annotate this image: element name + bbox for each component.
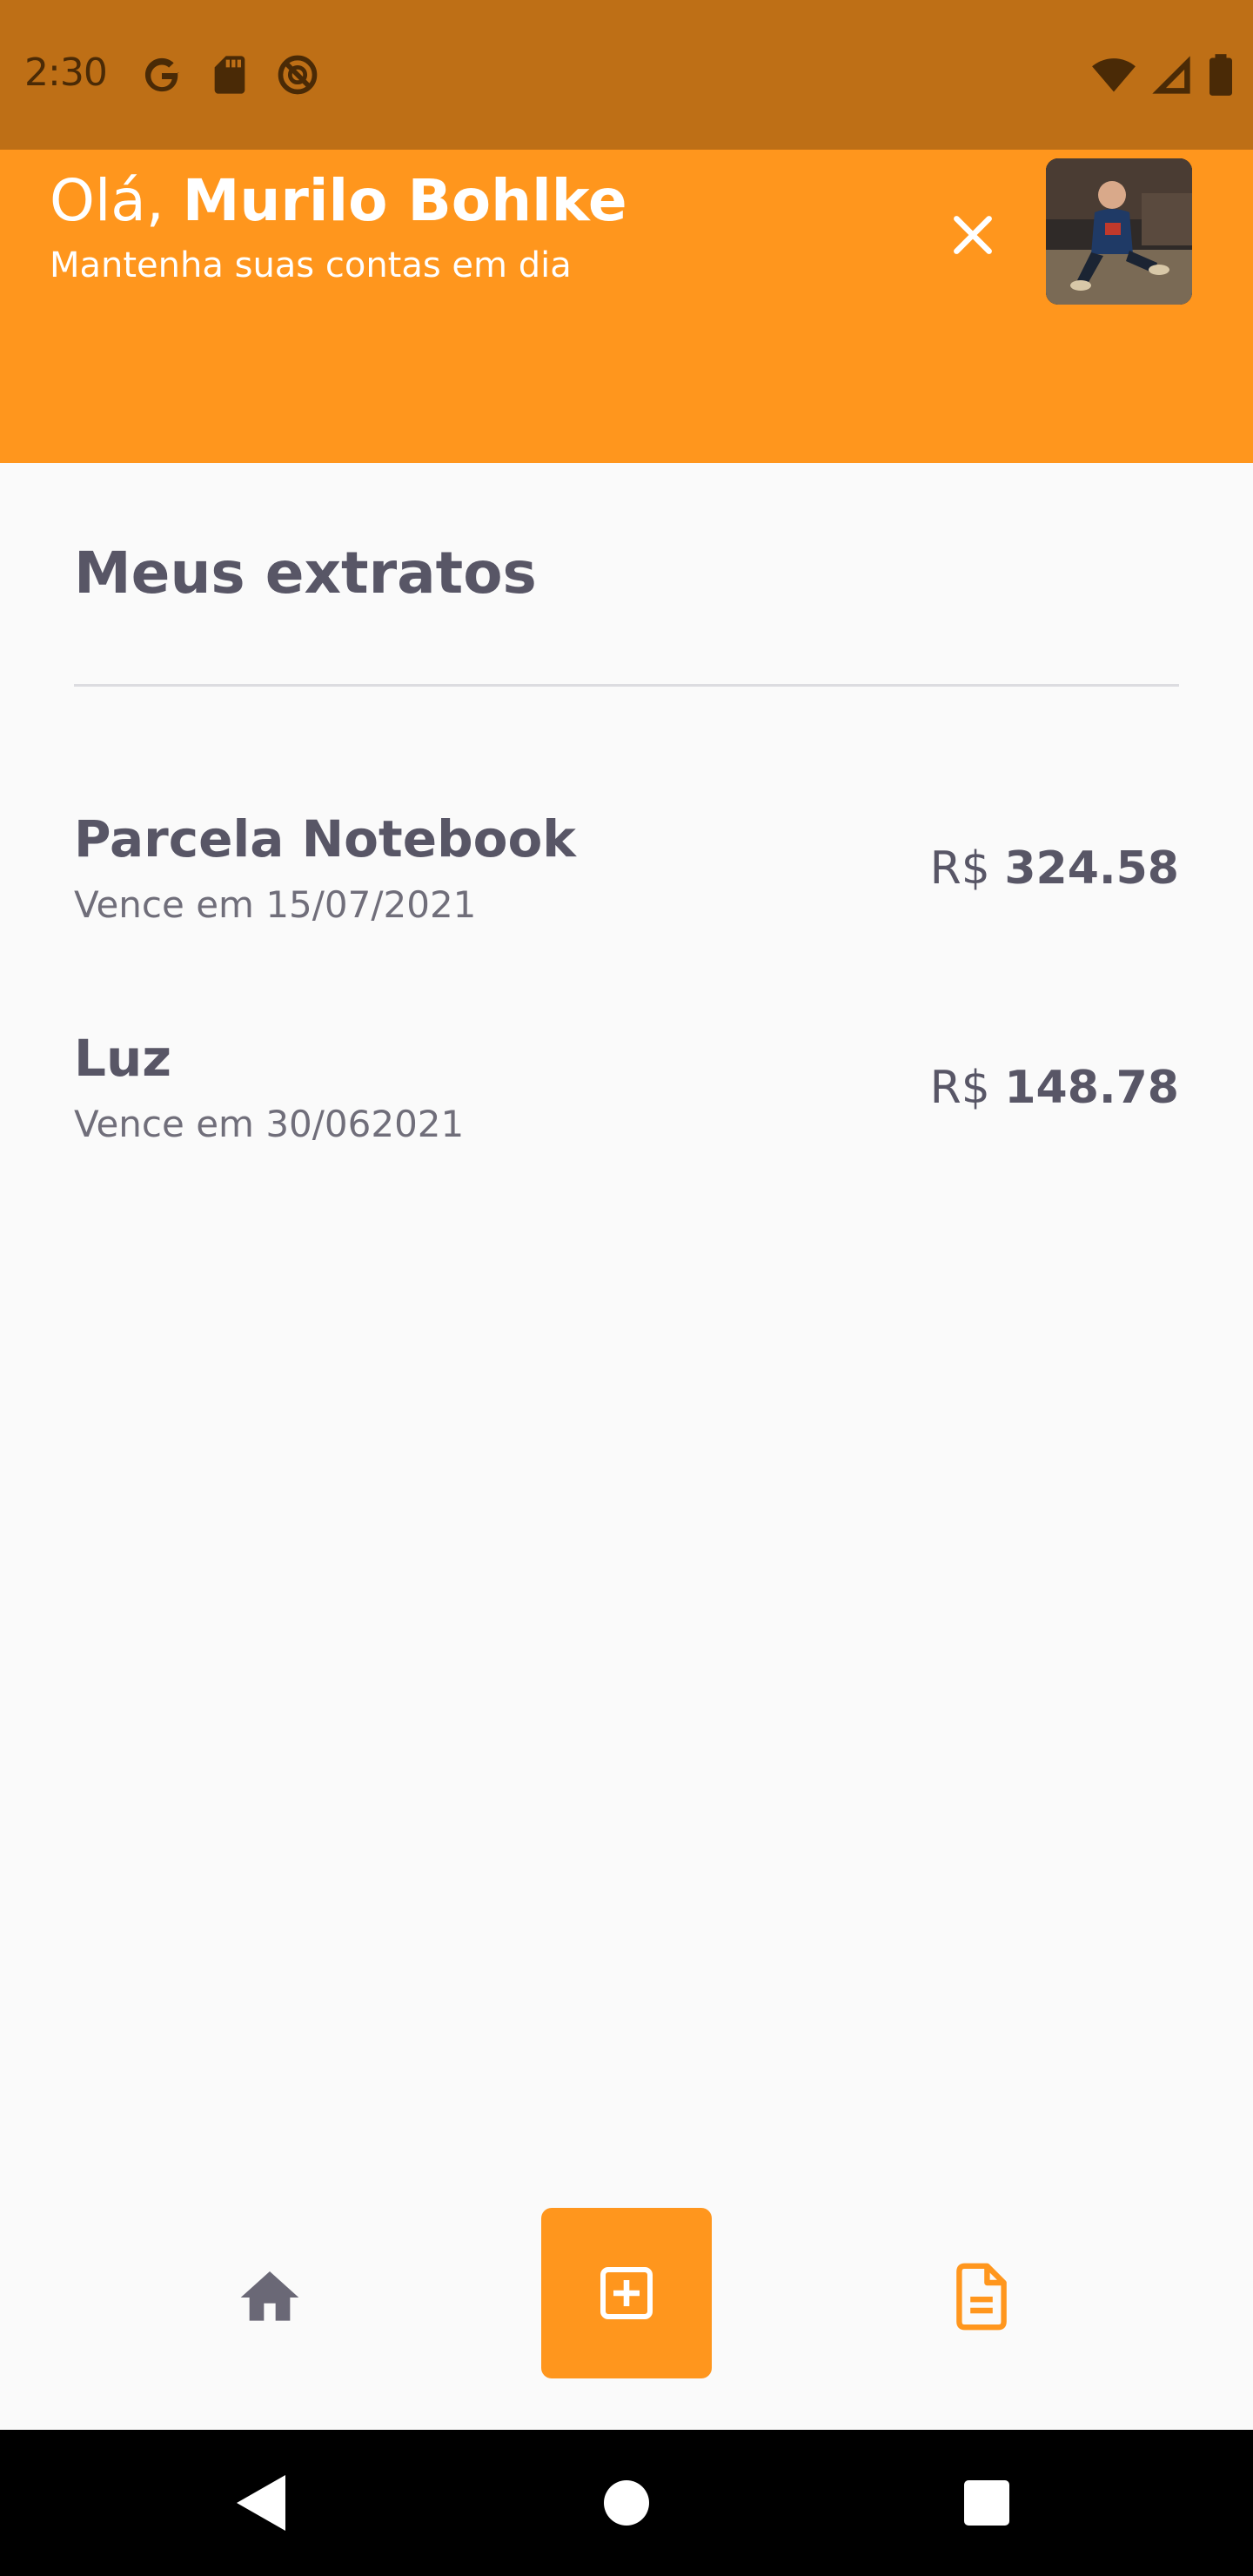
status-icons-right (1091, 52, 1236, 97)
user-avatar-photo (1046, 158, 1192, 305)
item-currency: R$ (929, 842, 990, 895)
item-amount: R$ 324.58 (930, 842, 1179, 895)
close-button[interactable] (941, 204, 1004, 266)
item-value: 148.78 (1004, 1062, 1179, 1114)
back-icon[interactable] (235, 2473, 287, 2532)
item-due-date: Vence em 15/07/2021 (74, 883, 477, 926)
close-icon (954, 216, 992, 254)
item-due-date: Vence em 30/062021 (74, 1103, 465, 1145)
item-value: 324.58 (1004, 842, 1179, 895)
list-item[interactable]: Parcela Notebook Vence em 15/07/2021 R$ … (74, 809, 1179, 931)
page-title: Meus extratos (74, 540, 537, 607)
status-bar: 2:30 (0, 0, 1253, 150)
status-time: 2:30 (24, 50, 108, 95)
avatar[interactable] (1046, 158, 1192, 305)
add-box-icon (600, 2267, 653, 2319)
signal-icon (1152, 56, 1190, 94)
do-not-disturb-icon (278, 55, 318, 95)
list-item[interactable]: Luz Vence em 30/062021 R$ 148.78 (74, 1029, 1179, 1150)
sd-card-icon (214, 56, 245, 94)
greeting-prefix: Olá, (50, 167, 183, 234)
recents-icon[interactable] (964, 2480, 1009, 2526)
header: Olá, Murilo Bohlke Mantenha suas contas … (0, 150, 1253, 463)
nav-add-button[interactable] (541, 2208, 712, 2378)
nav-statements-button[interactable] (947, 2257, 1016, 2336)
header-subtitle: Mantenha suas contas em dia (50, 245, 572, 285)
nav-home-button[interactable] (235, 2263, 305, 2332)
home-icon (240, 2271, 299, 2321)
google-icon (144, 57, 180, 92)
document-icon (956, 2263, 1007, 2331)
bottom-navigation (0, 2193, 1253, 2428)
wifi-icon (1092, 58, 1136, 92)
battery-icon (1209, 54, 1232, 96)
user-name: Murilo Bohlke (182, 167, 627, 234)
item-title: Luz (74, 1029, 172, 1088)
status-icons-left (139, 52, 320, 97)
greeting: Olá, Murilo Bohlke (50, 167, 627, 234)
item-title: Parcela Notebook (74, 809, 576, 869)
item-amount: R$ 148.78 (930, 1062, 1179, 1114)
item-currency: R$ (929, 1062, 990, 1114)
divider (74, 684, 1179, 687)
home-circle-icon[interactable] (604, 2480, 649, 2526)
system-navigation-bar (0, 2430, 1253, 2576)
